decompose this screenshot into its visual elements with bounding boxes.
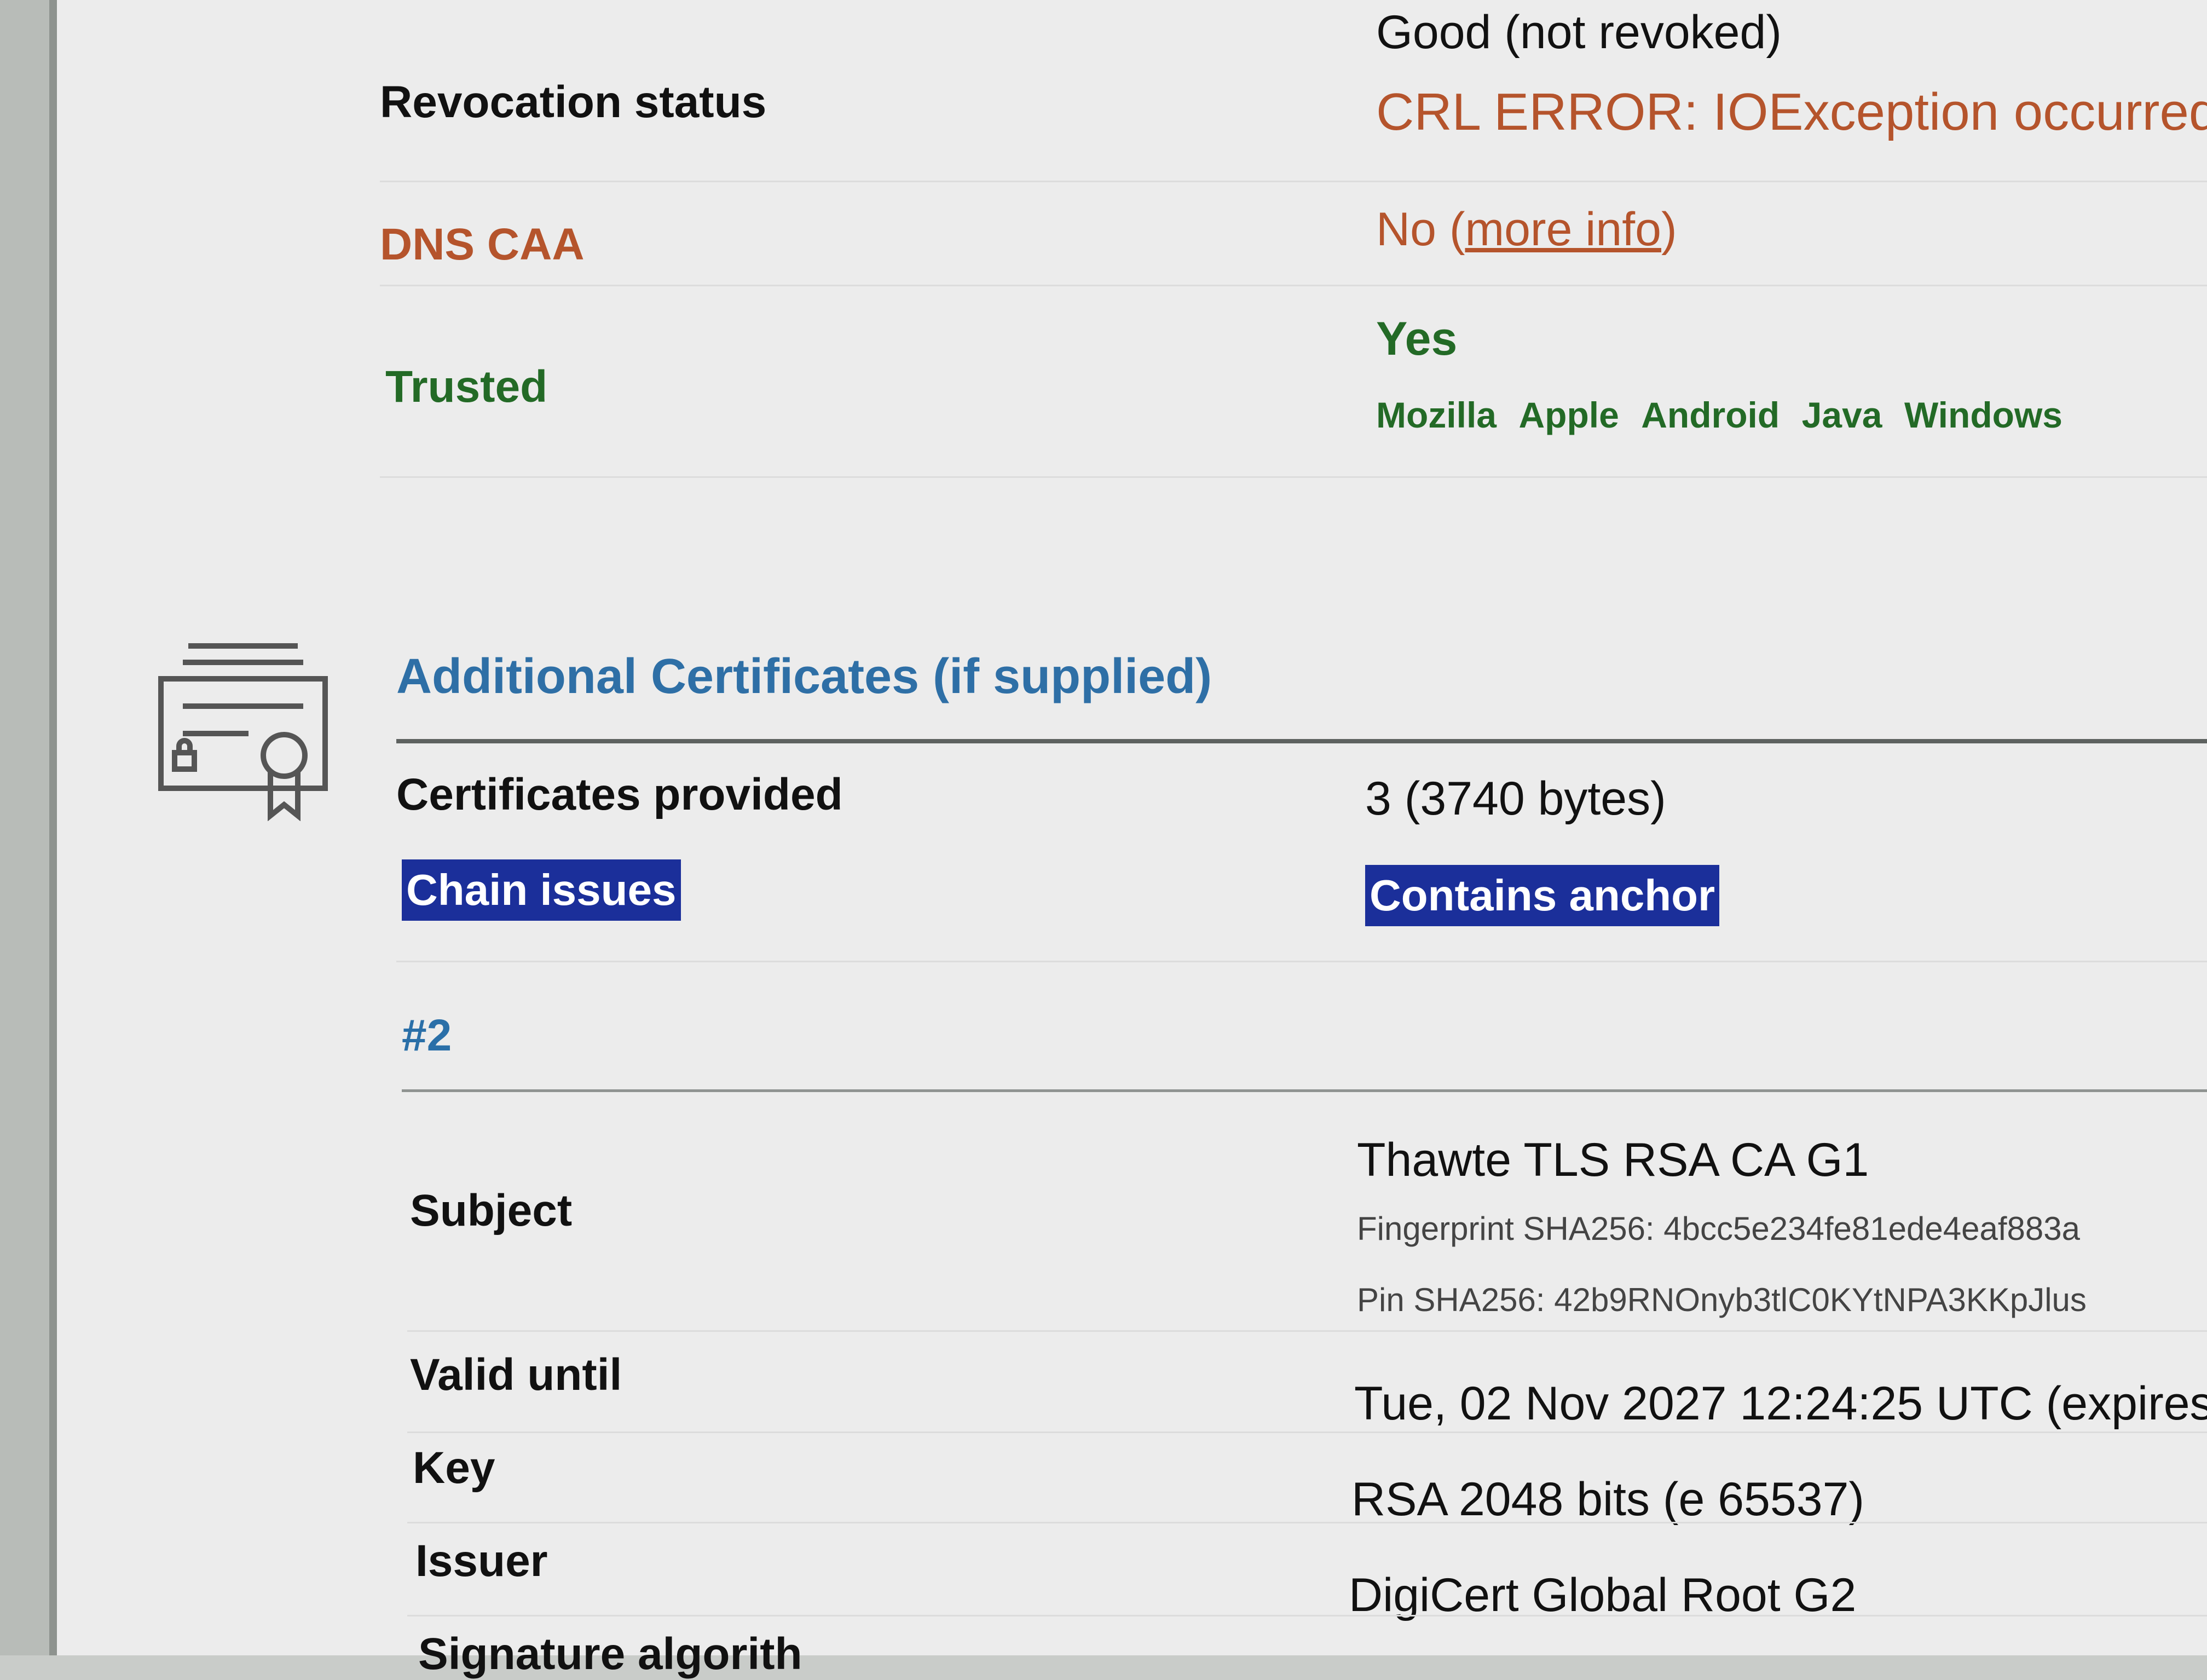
valid-until-value: Tue, 02 Nov 2027 12:24:25 UTC (expires: [1354, 1377, 2207, 1430]
certificates-provided-value: 3 (3740 bytes): [1365, 772, 1666, 825]
more-info-link[interactable]: more info: [1465, 203, 1661, 256]
trusted-label: Trusted: [385, 362, 548, 412]
signature-algorithm-label: Signature algorith: [418, 1629, 802, 1679]
divider: [380, 285, 2207, 286]
divider: [380, 181, 2207, 182]
divider: [407, 1330, 2207, 1332]
dns-caa-label: DNS CAA: [380, 220, 585, 269]
chain-issues-badge: Chain issues: [402, 859, 681, 921]
certificates-provided-label: Certificates provided: [396, 770, 843, 819]
key-label: Key: [413, 1443, 495, 1493]
section-divider: [396, 739, 2207, 743]
trust-store-mozilla: Mozilla: [1376, 395, 1497, 435]
crl-error: CRL ERROR: IOException occurred: [1376, 83, 2207, 141]
divider: [380, 476, 2207, 478]
dns-caa-value: No (more info): [1376, 203, 1677, 257]
trust-store-java: Java: [1801, 395, 1882, 435]
trust-store-windows: Windows: [1904, 395, 2062, 435]
subject-value: Thawte TLS RSA CA G1: [1357, 1134, 1869, 1186]
divider: [407, 1431, 2207, 1433]
chain-issues-value: Contains anchor: [1365, 865, 1720, 926]
cert-divider: [402, 1089, 2207, 1092]
trust-stores: Mozilla Apple Android Java Windows: [1376, 394, 2082, 436]
page-left-border: [49, 0, 57, 1655]
key-value: RSA 2048 bits (e 65537): [1351, 1473, 1865, 1526]
subject-label: Subject: [410, 1186, 573, 1236]
fingerprint-value: Fingerprint SHA256: 4bcc5e234fe81ede4eaf…: [1357, 1210, 2080, 1247]
revocation-label: Revocation status: [380, 77, 767, 127]
additional-certificates-title: Additional Certificates (if supplied): [396, 649, 1212, 704]
report-page: Revocation status Good (not revoked) CRL…: [57, 0, 2207, 1679]
divider: [407, 1615, 2207, 1617]
certificate-icon: [155, 640, 331, 822]
trusted-value: Yes: [1376, 313, 1458, 365]
revocation-value: Good (not revoked): [1376, 6, 1782, 59]
contains-anchor-badge: Contains anchor: [1365, 865, 1720, 926]
divider: [407, 1522, 2207, 1523]
dns-caa-suffix: ): [1661, 203, 1677, 256]
trust-store-apple: Apple: [1518, 395, 1619, 435]
left-rail: [0, 0, 49, 1655]
certificate-heading: #2: [402, 1011, 452, 1060]
valid-until-label: Valid until: [410, 1350, 622, 1400]
issuer-label: Issuer: [415, 1536, 548, 1586]
chain-issues-label: Chain issues: [402, 859, 681, 921]
dns-caa-no: No (: [1376, 203, 1465, 256]
divider: [396, 961, 2207, 962]
pin-value: Pin SHA256: 42b9RNOnyb3tlC0KYtNPA3KKpJlu…: [1357, 1281, 2087, 1318]
trust-store-android: Android: [1641, 395, 1780, 435]
